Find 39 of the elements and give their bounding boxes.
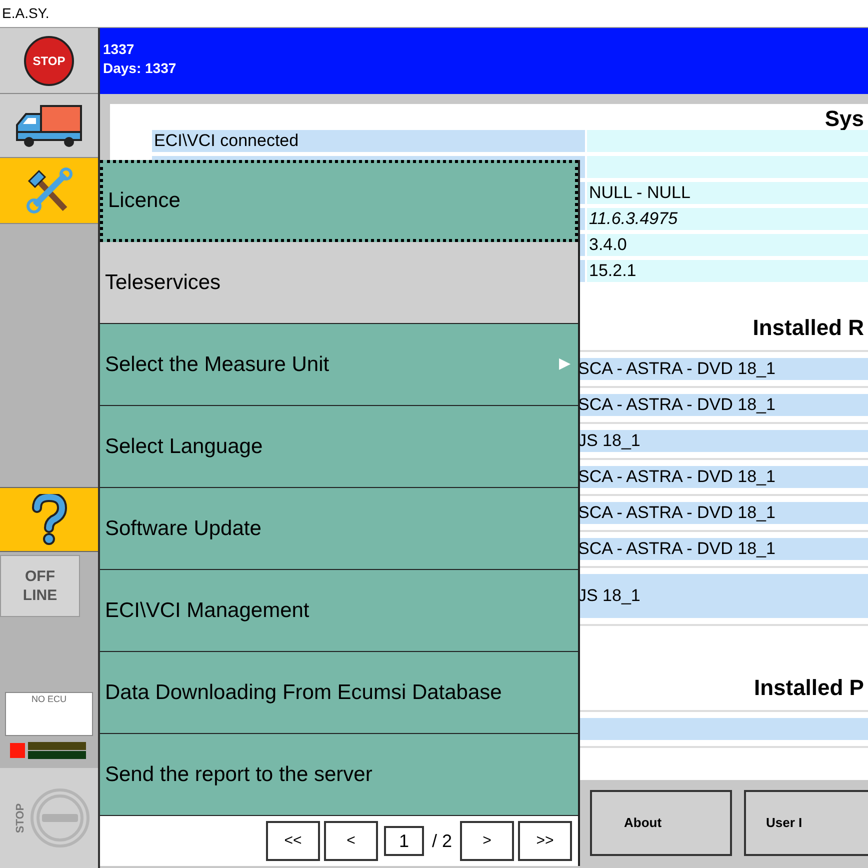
pager-button[interactable]: < (324, 821, 378, 861)
signal-bar (28, 742, 86, 759)
menu-item[interactable]: Send the report to the server (100, 734, 578, 816)
section-title: Installed R (752, 314, 864, 342)
menu-item[interactable]: ECI\VCI Management (100, 570, 578, 652)
pager-button[interactable]: << (266, 821, 320, 861)
info-value-cell: 15.2.1 (587, 260, 868, 282)
stop-sign-icon: STOP (24, 36, 74, 86)
header-text: 1337 (103, 40, 134, 59)
ecu-status-panel: NO ECU (5, 692, 93, 736)
window-title: E.A.SY. (2, 4, 50, 23)
pager-button[interactable]: >> (518, 821, 572, 861)
menu-item[interactable]: Software Update (100, 488, 578, 570)
question-mark-icon (31, 494, 67, 546)
info-value-cell: NULL - NULL (587, 182, 868, 204)
vehicle-button[interactable] (0, 94, 98, 158)
help-button[interactable] (0, 487, 98, 552)
offline-button[interactable]: OFF LINE (0, 555, 80, 617)
header-text: Days: 1337 (103, 59, 176, 78)
menu-item[interactable]: Select the Measure Unit ▶ (100, 324, 578, 406)
status-light (10, 743, 25, 758)
menu-item[interactable]: Licence (100, 160, 578, 242)
dial-label: STOP (14, 803, 28, 833)
info-value-cell: 3.4.0 (587, 234, 868, 256)
page-field[interactable]: 1 (384, 826, 424, 856)
bottom-button[interactable]: About (590, 790, 732, 856)
hammer-wrench-icon (25, 166, 73, 214)
info-value-cell: 11.6.3.4975 (587, 208, 868, 230)
page-total: / 2 (430, 830, 453, 852)
info-label-cell: ECI\VCI connected (152, 130, 585, 152)
section-title: Installed P (754, 674, 864, 702)
menu-item[interactable]: Teleservices (100, 242, 578, 324)
bottom-button[interactable]: User I (744, 790, 868, 856)
tools-button[interactable] (0, 158, 98, 224)
pager-button[interactable]: > (460, 821, 514, 861)
menu-item[interactable]: Data Downloading From Ecumsi Database (100, 652, 578, 734)
menu-item[interactable]: Select Language (100, 406, 578, 488)
stop-button[interactable]: STOP (0, 28, 98, 94)
truck-icon (14, 102, 84, 148)
